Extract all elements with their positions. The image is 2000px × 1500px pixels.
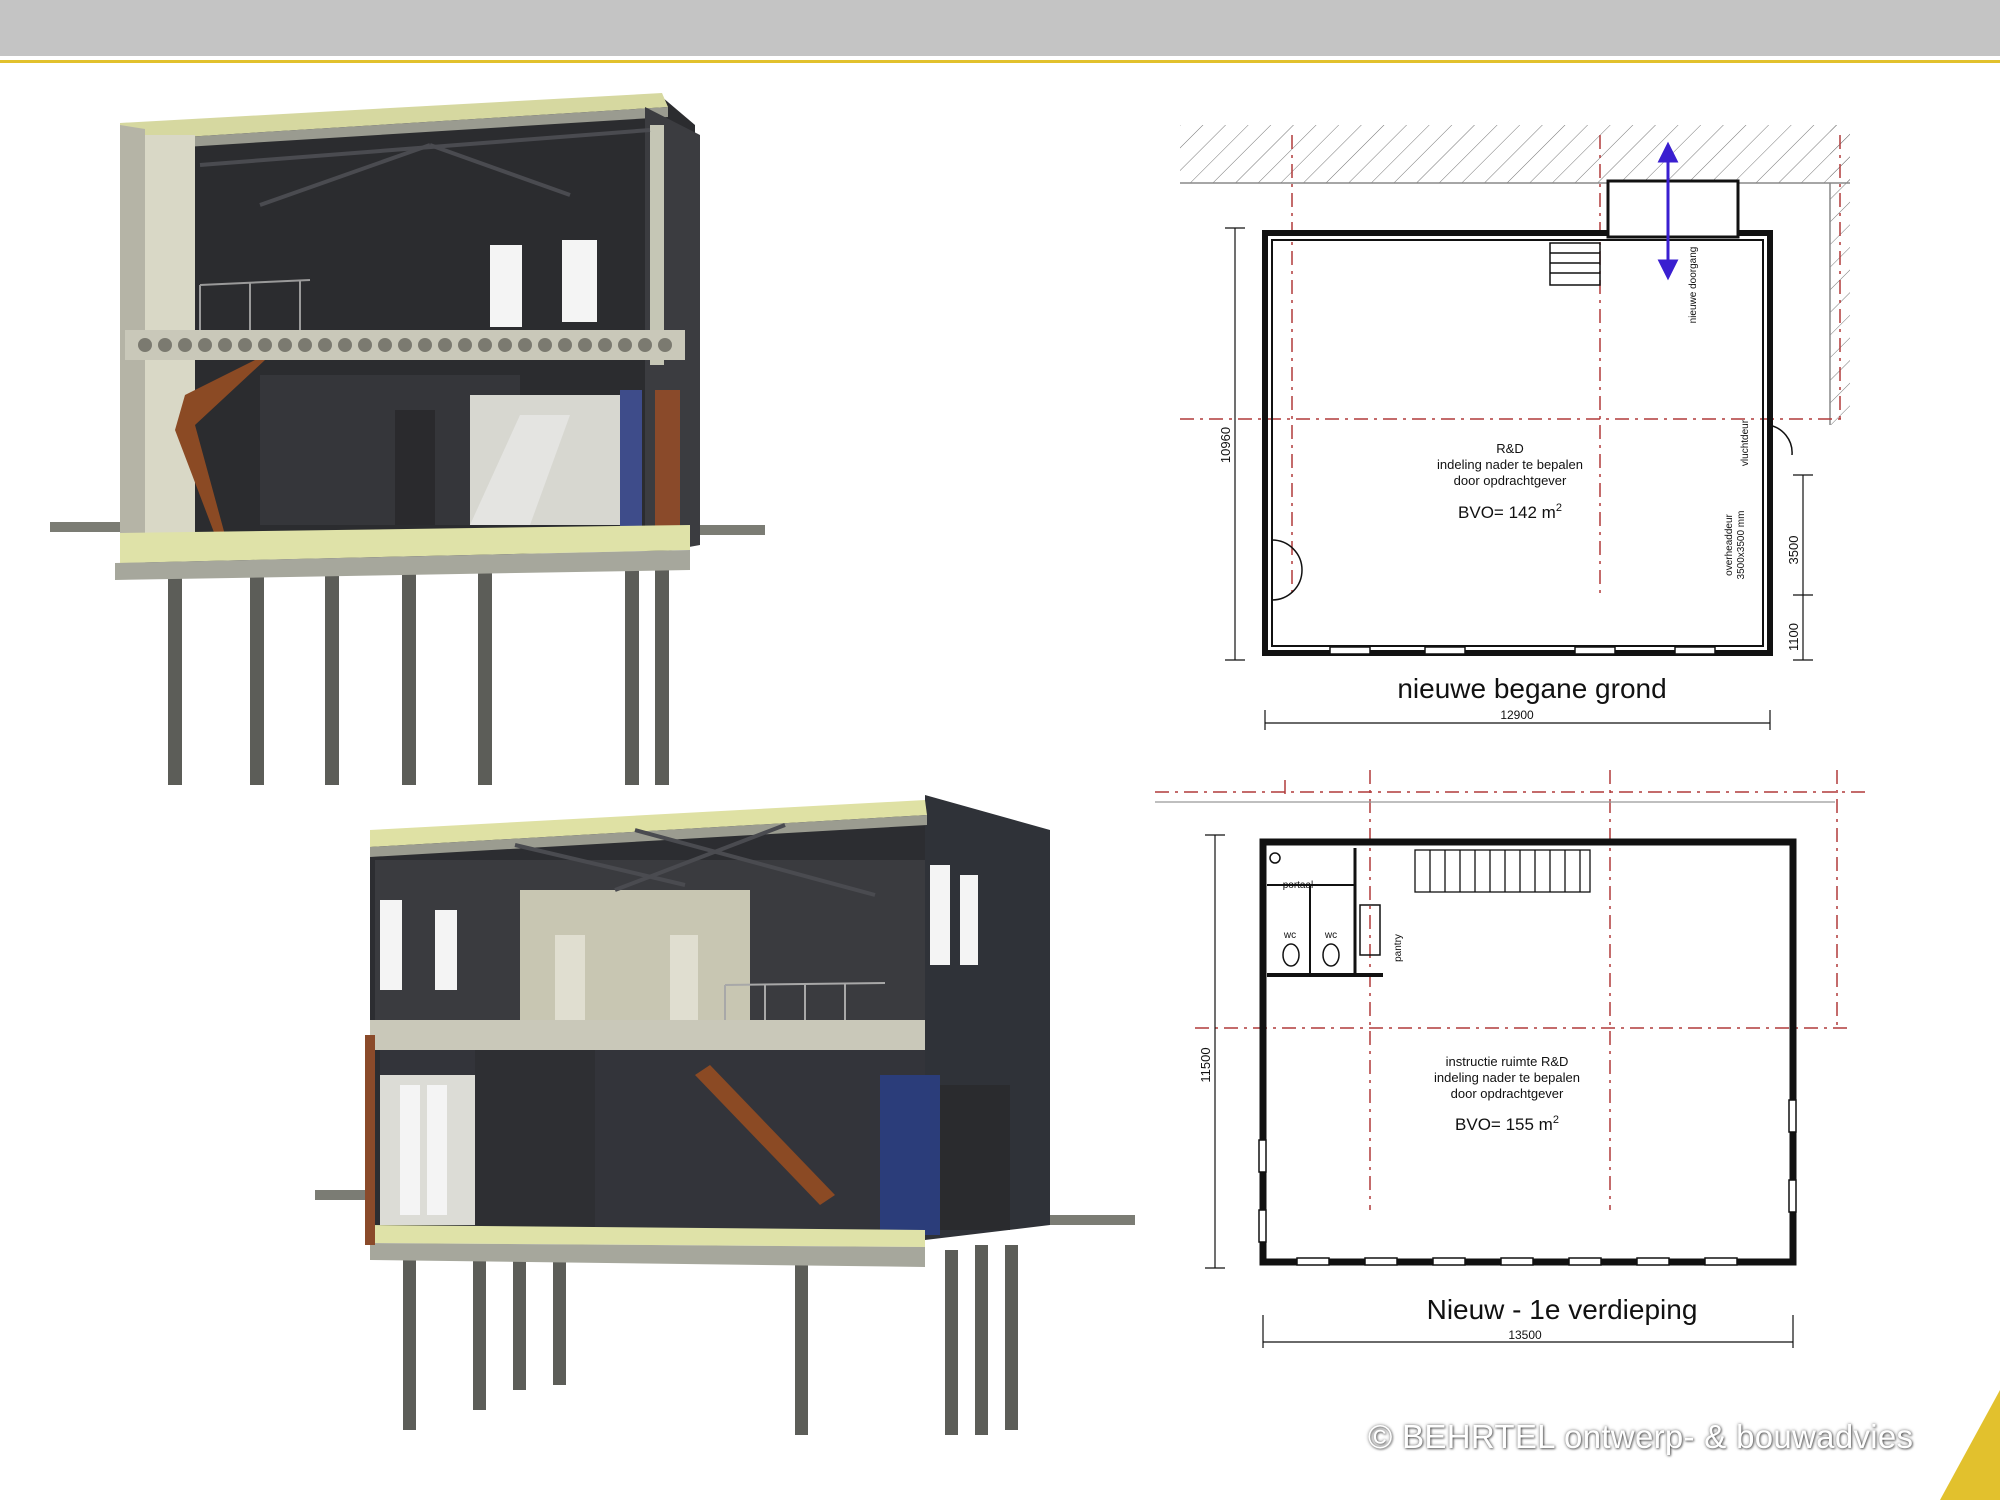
stair-ground bbox=[1549, 242, 1601, 286]
room-line2-ground: door opdrachtgever bbox=[1454, 473, 1567, 488]
plan-title-first: Nieuw - 1e verdieping bbox=[1427, 1294, 1698, 1325]
plan-title-ground: nieuwe begane grond bbox=[1397, 673, 1666, 704]
corner-accent-triangle bbox=[1940, 1390, 2000, 1500]
dim-width-first: 13500 bbox=[1508, 1328, 1542, 1342]
header-bar bbox=[0, 0, 2000, 56]
label-pantry: pantry bbox=[1393, 934, 1404, 962]
section-render-first-floor-view bbox=[315, 795, 1135, 1435]
dim-height-first: 11500 bbox=[1198, 1047, 1213, 1082]
room-line1-ground: indeling nader te bepalen bbox=[1437, 457, 1583, 472]
room-name-ground: R&D bbox=[1496, 441, 1523, 456]
sanitary-block bbox=[1267, 848, 1383, 977]
room-name-first: instructie ruimte R&D bbox=[1446, 1054, 1569, 1069]
label-portal: portaal bbox=[1283, 880, 1314, 891]
floor-plan-first: portaal wc wc pantry instructie ruimte R… bbox=[1155, 770, 1870, 1348]
walls-first bbox=[1259, 838, 1797, 1266]
accent-line bbox=[0, 60, 2000, 63]
room-line1-first: indeling nader te bepalen bbox=[1434, 1070, 1580, 1085]
section-render-ground-floor-view bbox=[50, 93, 765, 785]
label-escape-door: vluchtdeur bbox=[1740, 419, 1751, 466]
area-ground: BVO= 142 m2 bbox=[1458, 502, 1562, 522]
label-wc2: wc bbox=[1324, 930, 1337, 941]
area-first: BVO= 155 m2 bbox=[1455, 1114, 1559, 1134]
dim-height-ground: 10960 bbox=[1218, 427, 1233, 463]
dim-sill-ground: 1100 bbox=[1786, 623, 1801, 651]
label-new-entrance: nieuwe doorgang bbox=[1688, 247, 1699, 324]
floor-plan-ground: nieuwe doorgang vluchtdeur overheaddeur … bbox=[1180, 125, 1850, 730]
label-overhead-door: overheaddeur bbox=[1724, 513, 1735, 575]
label-wc1: wc bbox=[1283, 930, 1296, 941]
dim-door-ground: 3500 bbox=[1786, 536, 1801, 565]
existing-building-hatch bbox=[1180, 125, 1850, 183]
watermark: © BEHRTEL ontwerp- & bouwadvies bbox=[1368, 1418, 1914, 1455]
stair-first bbox=[1414, 849, 1591, 893]
label-overhead-size: 3500x3500 mm bbox=[1736, 511, 1747, 580]
dim-width-ground: 12900 bbox=[1500, 708, 1534, 722]
room-line2-first: door opdrachtgever bbox=[1451, 1086, 1564, 1101]
